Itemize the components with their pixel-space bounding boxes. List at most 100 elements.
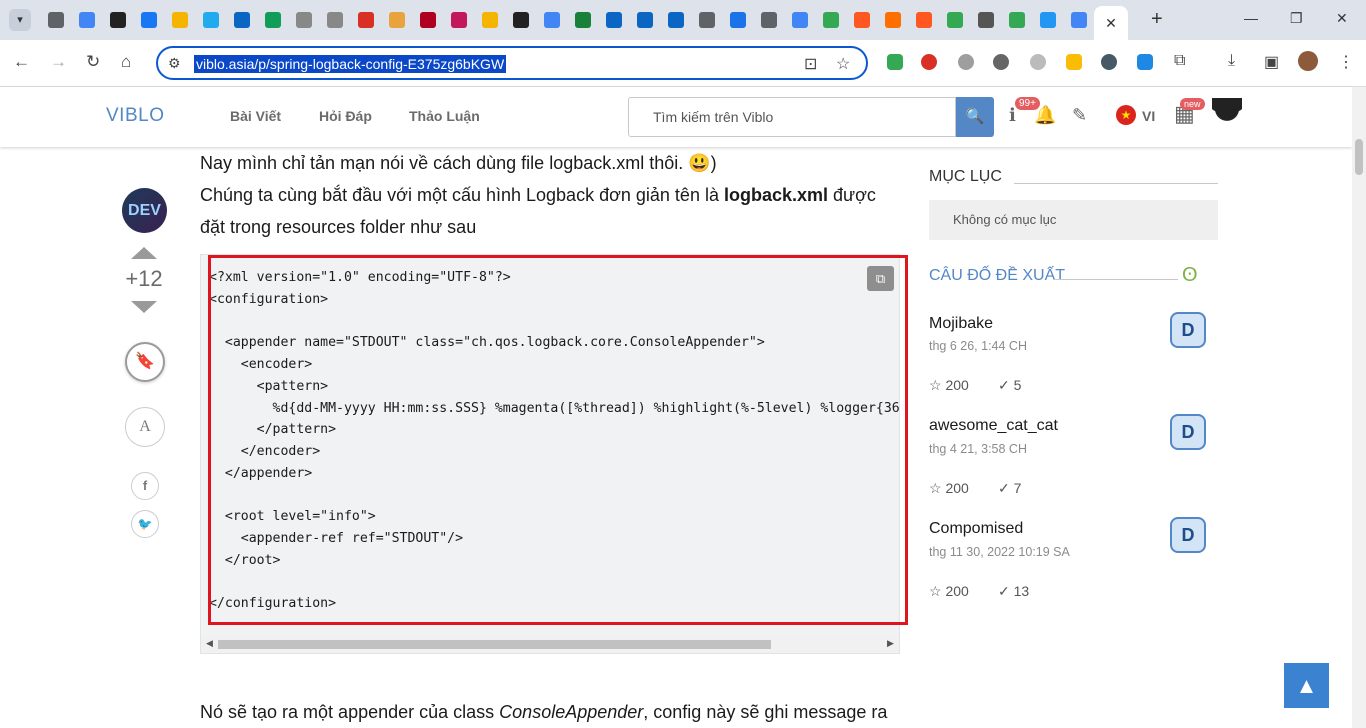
code-horizontal-scrollbar[interactable]: ◀ ▶ (201, 636, 899, 653)
quiz-title[interactable]: Mojibake (929, 315, 993, 333)
circle-extension-icon[interactable] (958, 54, 974, 70)
browser-tab[interactable] (412, 6, 443, 34)
browser-tab[interactable] (939, 6, 970, 34)
minimize-button[interactable]: — (1244, 10, 1258, 26)
scroll-right-arrow-icon[interactable]: ▶ (887, 638, 894, 649)
twitter-share-button[interactable]: 🐦 (131, 510, 159, 538)
install-app-icon[interactable]: ⊡ (804, 54, 817, 74)
browser-tab[interactable] (691, 6, 722, 34)
extension-icon-2[interactable] (1030, 54, 1046, 70)
page-scroll-thumb[interactable] (1355, 139, 1363, 175)
browser-tab[interactable] (474, 6, 505, 34)
quiz-heading: CÂU ĐỐ ĐỀ XUẤT (929, 267, 1066, 284)
browser-tab[interactable] (257, 6, 288, 34)
browser-tab[interactable] (350, 6, 381, 34)
browser-tab[interactable] (877, 6, 908, 34)
browser-tab[interactable] (381, 6, 412, 34)
browser-tab[interactable] (629, 6, 660, 34)
browser-tab[interactable] (1032, 6, 1063, 34)
user-avatar[interactable] (1212, 98, 1242, 134)
scroll-left-arrow-icon[interactable]: ◀ (206, 638, 213, 649)
browser-tab[interactable] (660, 6, 691, 34)
notification-badge: 99+ (1015, 97, 1040, 110)
browser-tab[interactable] (722, 6, 753, 34)
forward-icon[interactable]: → (50, 52, 67, 72)
browser-tab[interactable] (753, 6, 784, 34)
active-tab-close-button[interactable]: ✕ (1094, 6, 1128, 40)
browser-tab[interactable] (102, 6, 133, 34)
downvote-icon[interactable] (131, 301, 157, 313)
nav-questions[interactable]: Hỏi Đáp (319, 108, 372, 124)
browser-tab[interactable] (164, 6, 195, 34)
puzzle-extensions-icon[interactable]: ⧉ (1174, 52, 1185, 70)
browser-tab[interactable] (319, 6, 350, 34)
quiz-author-avatar[interactable]: D (1170, 414, 1206, 450)
browser-tab[interactable] (536, 6, 567, 34)
nav-posts[interactable]: Bài Viết (230, 108, 281, 124)
extension-icon[interactable] (993, 54, 1009, 70)
tab-search-button[interactable]: ▾ (9, 9, 31, 31)
author-avatar[interactable]: DEV (122, 188, 167, 233)
tab-favicon-icon (109, 12, 126, 28)
check-circle-icon: ✓ (998, 480, 1014, 496)
shield-extension-icon[interactable] (887, 54, 903, 70)
address-bar[interactable]: ⚙ viblo.asia/p/spring-logback-config-E37… (156, 46, 868, 80)
browser-tab[interactable] (815, 6, 846, 34)
site-info-icon[interactable]: ⚙ (168, 55, 181, 72)
language-label[interactable]: VI (1142, 108, 1155, 124)
browser-tab[interactable] (195, 6, 226, 34)
download-icon[interactable]: ⤓ (1228, 52, 1235, 70)
info-icon[interactable]: ℹ (1009, 105, 1016, 126)
reload-icon[interactable]: ↻ (86, 52, 100, 72)
browser-tab[interactable] (1063, 6, 1094, 34)
browser-tab[interactable] (784, 6, 815, 34)
browser-tab[interactable] (505, 6, 536, 34)
viblo-logo[interactable]: VIBLO (106, 105, 164, 127)
browser-tab[interactable] (133, 6, 164, 34)
write-pen-icon[interactable]: ✎ (1072, 105, 1087, 126)
browser-tab[interactable] (443, 6, 474, 34)
search-input[interactable] (629, 98, 955, 136)
notes-extension-icon[interactable] (1066, 54, 1082, 70)
facebook-share-button[interactable]: f (131, 472, 159, 500)
font-size-button[interactable]: A (125, 407, 165, 447)
upvote-icon[interactable] (131, 247, 157, 259)
tab-favicon-icon (760, 12, 777, 28)
vietnam-flag-icon[interactable]: ★ (1116, 105, 1136, 125)
new-tab-button[interactable]: + (1151, 8, 1163, 30)
page-scrollbar[interactable] (1352, 87, 1366, 728)
bookmark-button[interactable]: 🔖 (125, 342, 165, 382)
cursor-extension-icon[interactable] (1101, 54, 1117, 70)
nav-discussions[interactable]: Thảo Luận (409, 108, 480, 124)
url-text[interactable]: viblo.asia/p/spring-logback-config-E375z… (194, 55, 507, 73)
browser-tab[interactable] (598, 6, 629, 34)
browser-tab[interactable] (40, 6, 71, 34)
browser-tab[interactable] (226, 6, 257, 34)
code-scroll-thumb[interactable] (218, 640, 771, 649)
side-panel-icon[interactable]: ▣ (1264, 52, 1279, 72)
home-icon[interactable]: ⌂ (121, 52, 131, 72)
browser-menu-icon[interactable]: ⋮ (1338, 52, 1354, 72)
search-button[interactable]: 🔍 (956, 97, 994, 137)
tab-favicon-icon (574, 12, 591, 28)
close-window-button[interactable]: ✕ (1336, 10, 1348, 27)
browser-tab[interactable] (908, 6, 939, 34)
profile-avatar[interactable] (1298, 51, 1318, 71)
quiz-title[interactable]: Compomised (929, 520, 1023, 538)
restore-button[interactable]: ❐ (1290, 10, 1303, 27)
browser-tab[interactable] (288, 6, 319, 34)
browser-tab[interactable] (567, 6, 598, 34)
quiz-author-avatar[interactable]: D (1170, 517, 1206, 553)
browser-tab[interactable] (1001, 6, 1032, 34)
back-icon[interactable]: ← (13, 52, 30, 72)
screenshot-extension-icon[interactable] (1137, 54, 1153, 70)
bookmark-star-icon[interactable]: ☆ (836, 54, 850, 74)
quiz-title[interactable]: awesome_cat_cat (929, 417, 1058, 435)
tab-favicon-icon (47, 12, 64, 28)
adblock-extension-icon[interactable] (921, 54, 937, 70)
scroll-to-top-button[interactable]: ▲ (1284, 663, 1329, 708)
quiz-author-avatar[interactable]: D (1170, 312, 1206, 348)
browser-tab[interactable] (71, 6, 102, 34)
browser-tab[interactable] (970, 6, 1001, 34)
browser-tab[interactable] (846, 6, 877, 34)
